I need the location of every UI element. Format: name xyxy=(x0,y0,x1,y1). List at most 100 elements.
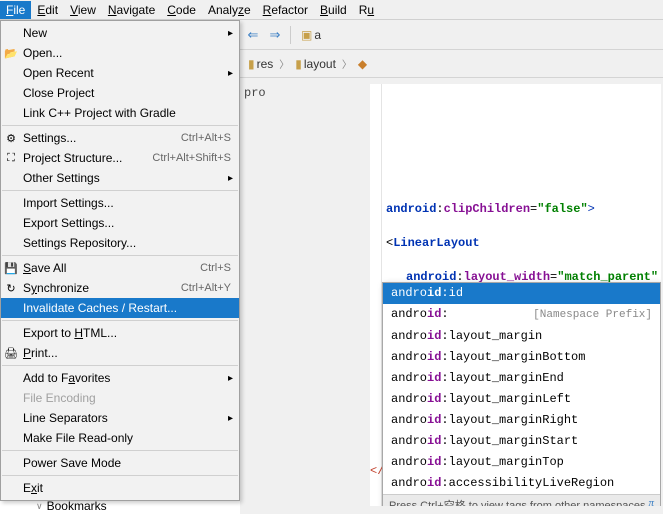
submenu-arrow-icon: ▸ xyxy=(228,173,233,184)
menu-export-settings[interactable]: Export Settings... xyxy=(1,213,239,233)
toolbar-label: a xyxy=(314,28,321,42)
ac-prefix: andro xyxy=(391,391,427,408)
submenu-arrow-icon: ▸ xyxy=(228,28,233,39)
menu-power-save[interactable]: Power Save Mode xyxy=(1,453,239,473)
submenu-arrow-icon: ▸ xyxy=(228,68,233,79)
nav-forward-button[interactable]: ⇒ xyxy=(266,26,284,44)
menu-code[interactable]: Code xyxy=(161,1,202,19)
menu-line-sep-label: Line Separators xyxy=(23,411,108,425)
crumb-res[interactable]: ▮res xyxy=(244,55,277,73)
breadcrumb-bar: ▮res 〉 ▮layout 〉 ◆ xyxy=(240,50,663,78)
menu-exit[interactable]: Exit xyxy=(1,478,239,498)
ac-hint: [Namespace Prefix] xyxy=(533,307,652,324)
menu-other-settings-label: Other Settings xyxy=(23,171,100,185)
menu-build[interactable]: Build xyxy=(314,1,353,19)
separator xyxy=(2,450,238,451)
menu-import-settings[interactable]: Import Settings... xyxy=(1,193,239,213)
submenu-arrow-icon: ▸ xyxy=(228,373,233,384)
menu-project-structure[interactable]: ⛶Project Structure...Ctrl+Alt+Shift+S xyxy=(1,148,239,168)
menu-invalidate-caches[interactable]: Invalidate Caches / Restart... xyxy=(1,298,239,318)
menu-save-all[interactable]: 💾Save AllCtrl+S xyxy=(1,258,239,278)
menu-close-project-label: Close Project xyxy=(23,86,94,100)
menu-make-readonly[interactable]: Make File Read-only xyxy=(1,428,239,448)
menu-synchronize[interactable]: ↻SynchronizeCtrl+Alt+Y xyxy=(1,278,239,298)
code-tag: LinearLayout xyxy=(393,236,479,250)
menu-view[interactable]: View xyxy=(64,1,102,19)
crumb-file[interactable]: ◆ xyxy=(354,55,371,73)
crumb-layout-label: layout xyxy=(304,57,336,71)
menu-other-settings[interactable]: Other Settings ▸ xyxy=(1,168,239,188)
ac-hl: id xyxy=(427,370,441,387)
menu-edit[interactable]: Edit xyxy=(31,1,64,19)
editor-snippet: pro xyxy=(240,86,370,106)
menu-export-settings-label: Export Settings... xyxy=(23,216,114,230)
ac-item-3[interactable]: android:layout_marginBottom xyxy=(383,347,660,368)
ac-hl: id xyxy=(427,349,441,366)
sync-icon: ↻ xyxy=(4,281,18,295)
menu-file[interactable]: File xyxy=(0,1,31,19)
folder-icon: ▮ xyxy=(295,57,302,71)
ac-rest: :layout_marginStart xyxy=(441,433,578,450)
save-icon: 💾 xyxy=(4,261,18,275)
menu-link-cpp[interactable]: Link C++ Project with Gradle xyxy=(1,103,239,123)
ac-item-2[interactable]: android:layout_margin xyxy=(383,326,660,347)
menu-print[interactable]: 🖨Print... xyxy=(1,343,239,363)
ac-item-7[interactable]: android:layout_marginStart xyxy=(383,431,660,452)
crumb-res-label: res xyxy=(257,57,274,71)
code-editor[interactable]: android:clipChildren="false"> <LinearLay… xyxy=(370,84,661,506)
menu-open-label: Open... xyxy=(23,46,62,60)
code-attr: clipChildren xyxy=(444,202,530,216)
ac-rest: :layout_marginTop xyxy=(441,454,563,471)
print-icon: 🖨 xyxy=(4,346,18,360)
menu-navigate[interactable]: Navigate xyxy=(102,1,161,19)
ac-rest: :layout_marginLeft xyxy=(441,391,571,408)
folder-icon: ▮ xyxy=(248,57,255,71)
separator xyxy=(2,190,238,191)
shortcut: Ctrl+Alt+Y xyxy=(181,282,231,294)
file-icon: ◆ xyxy=(358,57,367,71)
menu-open-recent[interactable]: Open Recent▸ xyxy=(1,63,239,83)
menu-export-html[interactable]: Export to HTML... xyxy=(1,323,239,343)
menu-close-project[interactable]: Close Project xyxy=(1,83,239,103)
menu-file-encoding-label: File Encoding xyxy=(23,391,96,405)
menu-analyze[interactable]: Analyze xyxy=(202,1,257,19)
ac-item-0[interactable]: android:id xyxy=(383,283,660,304)
ac-prefix: andro xyxy=(391,349,427,366)
menu-new-label: New xyxy=(23,26,47,40)
pi-icon: π xyxy=(648,497,654,506)
ac-hl: id xyxy=(427,454,441,471)
ac-status-text: Press Ctrl+空格 to view tags from other na… xyxy=(389,497,645,506)
ac-statusbar: Press Ctrl+空格 to view tags from other na… xyxy=(383,494,660,506)
ac-rest: :layout_marginRight xyxy=(441,412,578,429)
menu-add-favorites[interactable]: Add to Favorites▸ xyxy=(1,368,239,388)
ac-item-8[interactable]: android:layout_marginTop xyxy=(383,452,660,473)
ac-item-4[interactable]: android:layout_marginEnd xyxy=(383,368,660,389)
nav-back-button[interactable]: ⇐ xyxy=(244,26,262,44)
ac-item-5[interactable]: android:layout_marginLeft xyxy=(383,389,660,410)
submenu-arrow-icon: ▸ xyxy=(228,413,233,424)
menu-power-save-label: Power Save Mode xyxy=(23,456,121,470)
toolbar-area: ⇐ ⇒ ▣a ▮res 〉 ▮layout 〉 ◆ xyxy=(240,20,663,84)
crumb-layout[interactable]: ▮layout xyxy=(291,55,340,73)
shortcut: Ctrl+S xyxy=(200,262,231,274)
ac-prefix: andro xyxy=(391,475,427,492)
menu-refactor[interactable]: Refactor xyxy=(257,1,314,19)
menu-new[interactable]: New ▸ xyxy=(1,23,239,43)
ac-prefix: andro xyxy=(391,412,427,429)
menu-line-separators[interactable]: Line Separators ▸ xyxy=(1,408,239,428)
ac-item-6[interactable]: android:layout_marginRight xyxy=(383,410,660,431)
menu-settings-repository[interactable]: Settings Repository... xyxy=(1,233,239,253)
menu-file-encoding: File Encoding xyxy=(1,388,239,408)
menu-project-structure-label: Project Structure... xyxy=(23,151,122,165)
gear-icon: ⚙ xyxy=(4,131,18,145)
ac-rest: :layout_margin xyxy=(441,328,542,345)
menu-open[interactable]: 📂Open... xyxy=(1,43,239,63)
folder-icon: ▣ xyxy=(301,28,312,42)
ac-prefix: andro xyxy=(391,370,427,387)
ac-item-9[interactable]: android:accessibilityLiveRegion xyxy=(383,473,660,494)
toolbar-item[interactable]: ▣a xyxy=(297,26,325,44)
menu-run[interactable]: Ru xyxy=(353,1,380,19)
ac-hl: id xyxy=(427,328,441,345)
menu-settings[interactable]: ⚙Settings...Ctrl+Alt+S xyxy=(1,128,239,148)
ac-item-1[interactable]: android: [Namespace Prefix] xyxy=(383,304,660,326)
